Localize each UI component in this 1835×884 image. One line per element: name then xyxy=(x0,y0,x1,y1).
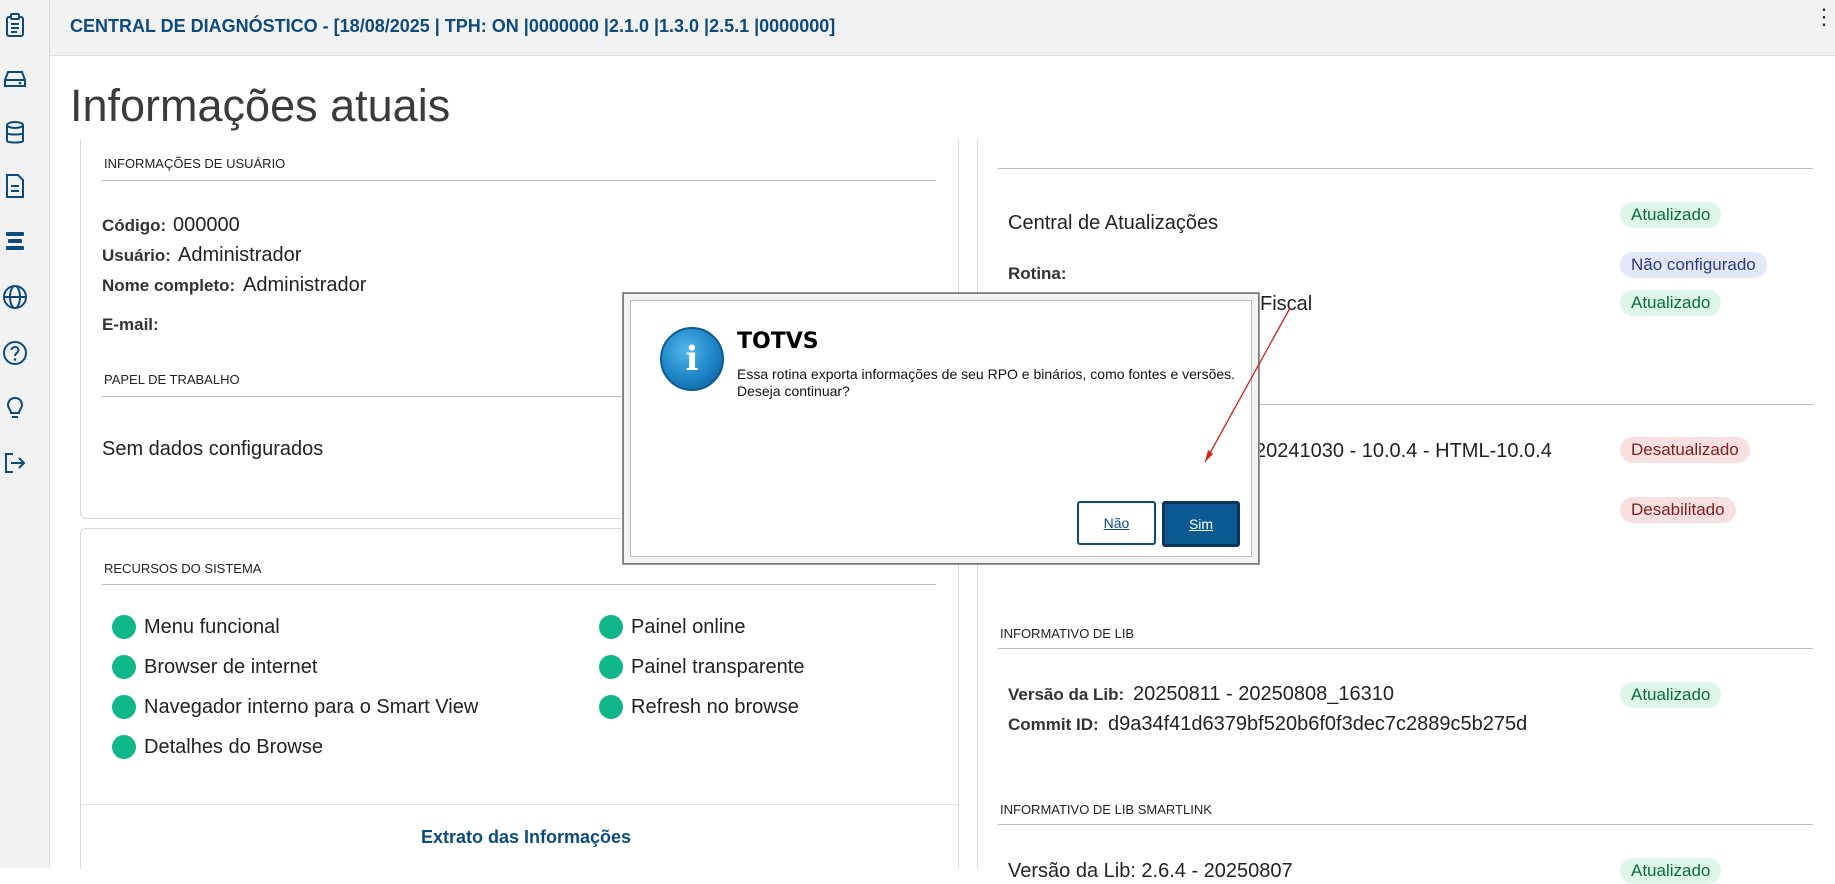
header: CENTRAL DE DIAGNÓSTICO - [18/08/2025 | T… xyxy=(50,0,1835,56)
header-title: CENTRAL DE DIAGNÓSTICO - [18/08/2025 | T… xyxy=(70,16,836,36)
document-icon[interactable] xyxy=(2,173,28,199)
status-dot-icon xyxy=(599,615,623,639)
status-dot-icon xyxy=(599,655,623,679)
routine-label: Rotina: xyxy=(1008,264,1067,283)
status-dot-icon xyxy=(112,615,136,639)
logout-icon[interactable] xyxy=(2,450,28,476)
fullname-label: Nome completo: xyxy=(102,276,236,295)
central-updates-label: Central de Atualizações xyxy=(1008,212,1219,234)
status-dot-icon xyxy=(112,735,136,759)
yes-button[interactable]: Sim xyxy=(1162,501,1240,547)
status-dot-icon xyxy=(112,695,136,719)
section-title-workpaper: PAPEL DE TRABALHO xyxy=(104,372,240,387)
resources-card: RECURSOS DO SISTEMA Menu funcional Paine… xyxy=(80,528,959,869)
resource-item: Painel online xyxy=(599,615,746,639)
dialog-title: TOTVS xyxy=(737,329,819,354)
clipboard-icon[interactable] xyxy=(2,12,28,38)
status-badge: Atualizado xyxy=(1620,682,1722,708)
more-menu-icon[interactable]: ⋮ xyxy=(1813,6,1835,28)
lib-version-label: Versão da Lib: xyxy=(1008,685,1125,704)
status-badge: Atualizado xyxy=(1620,290,1722,316)
stack-icon[interactable] xyxy=(2,228,28,254)
confirm-dialog: i TOTVS Essa rotina exporta informações … xyxy=(623,293,1259,564)
status-badge: Desatualizado xyxy=(1620,437,1750,463)
resource-item: Painel transparente xyxy=(599,655,804,679)
status-dot-icon xyxy=(599,695,623,719)
status-badge: Desabilitado xyxy=(1620,497,1736,523)
email-label: E-mail: xyxy=(102,315,159,334)
sidebar xyxy=(0,0,50,868)
extract-info-link[interactable]: Extrato das Informações xyxy=(421,827,631,848)
code-value: 000000 xyxy=(173,214,240,236)
status-dot-icon xyxy=(112,655,136,679)
code-label: Código: xyxy=(102,216,167,235)
database-icon[interactable] xyxy=(2,120,28,146)
dialog-message: Essa rotina exporta informações de seu R… xyxy=(737,366,1236,399)
hard-drive-icon[interactable] xyxy=(2,66,28,92)
version-text: 20241030 - 10.0.4 - HTML-10.0.4 xyxy=(1255,440,1552,462)
annotation-arrow xyxy=(1204,307,1291,463)
commit-label: Commit ID: xyxy=(1008,715,1099,734)
lib-version-value: 20250811 - 20250808_16310 xyxy=(1133,683,1394,705)
status-badge: Não configurado xyxy=(1620,252,1767,278)
info-icon: i xyxy=(660,327,724,391)
smartlink-version-text: Versão da Lib: 2.6.4 - 20250807 xyxy=(1008,860,1293,882)
help-circle-icon[interactable] xyxy=(2,340,28,366)
status-badge: Atualizado xyxy=(1620,858,1722,884)
resource-item: Refresh no browse xyxy=(599,695,799,719)
commit-value: d9a34f41d6379bf520b6f0f3dec7c2889c5b275d xyxy=(1108,713,1528,735)
status-badge: Atualizado xyxy=(1620,202,1722,228)
resource-item: Navegador interno para o Smart View xyxy=(112,695,478,719)
section-title-resources: RECURSOS DO SISTEMA xyxy=(104,561,262,576)
workpaper-empty-text: Sem dados configurados xyxy=(102,438,324,460)
fullname-value: Administrador xyxy=(243,274,367,296)
lightbulb-icon[interactable] xyxy=(2,395,28,421)
resource-item: Menu funcional xyxy=(112,615,280,639)
section-title-smartlink: INFORMATIVO DE LIB SMARTLINK xyxy=(1000,802,1212,817)
no-button[interactable]: Não xyxy=(1077,501,1156,545)
user-label: Usuário: xyxy=(102,246,171,265)
resource-item: Detalhes do Browse xyxy=(112,735,323,759)
user-value: Administrador xyxy=(178,244,302,266)
globe-icon[interactable] xyxy=(2,284,28,310)
page-title: Informações atuais xyxy=(70,80,451,131)
section-title-user: INFORMAÇÕES DE USUÁRIO xyxy=(104,156,286,171)
section-title-lib: INFORMATIVO DE LIB xyxy=(1000,626,1135,641)
resource-item: Browser de internet xyxy=(112,655,317,679)
